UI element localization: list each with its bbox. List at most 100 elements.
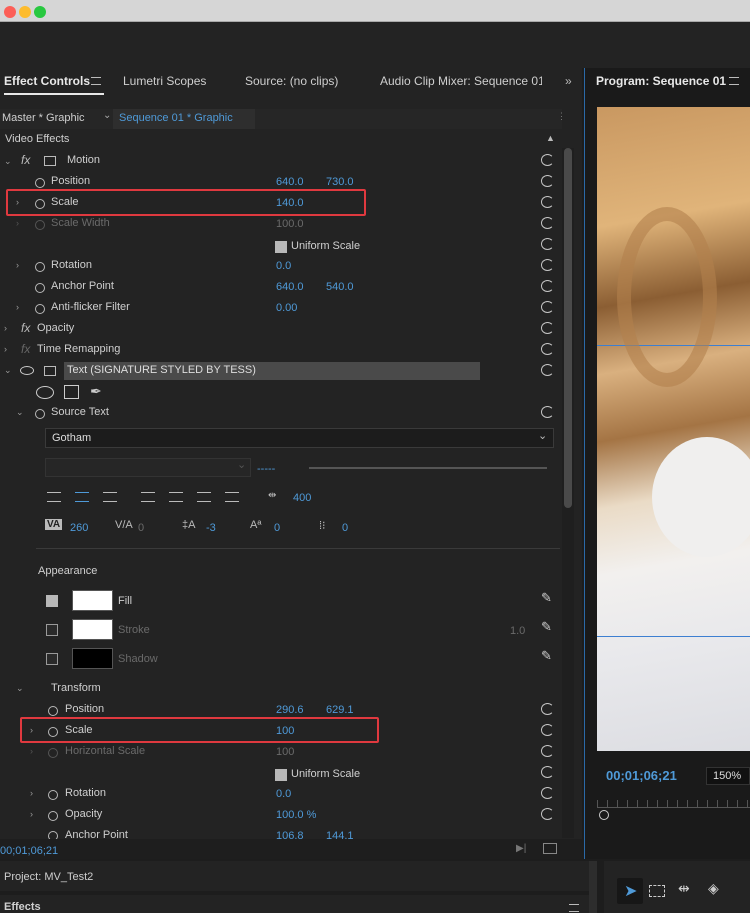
export-icon[interactable] [543, 843, 557, 854]
motion-anchor-x[interactable]: 640.0 [276, 281, 304, 293]
stopwatch-icon[interactable] [35, 262, 45, 272]
transform-anchor-y[interactable]: 144.1 [326, 830, 354, 839]
stopwatch-icon[interactable] [35, 409, 45, 419]
font-style-dropdown[interactable] [45, 458, 251, 477]
fill-checkbox[interactable] [46, 595, 58, 607]
motion-anchor-y[interactable]: 540.0 [326, 281, 354, 293]
reset-icon[interactable] [541, 322, 554, 334]
reset-icon[interactable] [541, 196, 554, 208]
uniform-scale-checkbox[interactable] [275, 241, 287, 253]
align-left-icon[interactable] [47, 492, 61, 502]
stopwatch-icon[interactable] [35, 199, 45, 209]
rectangle-mask-icon[interactable] [64, 385, 79, 399]
motion-antiflicker-value[interactable]: 0.00 [276, 302, 297, 314]
stopwatch-icon[interactable] [48, 831, 58, 839]
pin-icon[interactable]: ⋮ [557, 111, 566, 122]
reset-icon[interactable] [541, 406, 554, 418]
eyedropper-icon[interactable]: ✎ [541, 590, 552, 606]
expand-arrow[interactable]: › [30, 788, 33, 798]
expand-arrow[interactable]: › [16, 260, 19, 270]
motion-rotation-value[interactable]: 0.0 [276, 260, 291, 272]
panel-menu-icon[interactable] [569, 904, 579, 912]
collapse-up-icon[interactable]: ▲ [546, 133, 555, 143]
selection-tool-icon[interactable]: ➤ [624, 881, 637, 901]
sequence-clip-label[interactable]: Sequence 01 * Graphic [119, 112, 233, 124]
transform-anchor-x[interactable]: 106.8 [276, 830, 304, 839]
font-dropdown[interactable] [45, 428, 554, 448]
project-label[interactable]: Project: MV_Test2 [4, 871, 93, 883]
expand-arrow[interactable]: › [16, 302, 19, 312]
reset-icon[interactable] [541, 703, 554, 715]
expand-arrow[interactable]: ⌄ [16, 407, 24, 418]
stopwatch-icon[interactable] [35, 178, 45, 188]
transform-icon[interactable] [44, 366, 56, 376]
zoom-level[interactable]: 150% [713, 770, 741, 782]
shadow-checkbox[interactable] [46, 653, 58, 665]
justify-right-icon[interactable] [197, 492, 211, 502]
tab-program[interactable]: Program: Sequence 01 [596, 68, 726, 96]
baseline-shift-value[interactable]: -3 [206, 522, 216, 534]
reset-icon[interactable] [541, 343, 554, 355]
stopwatch-icon[interactable] [48, 706, 58, 716]
panel-menu-icon[interactable] [91, 77, 101, 85]
razor-tool-icon[interactable]: ◈ [708, 880, 719, 897]
program-timecode[interactable]: 00;01;06;21 [606, 768, 677, 783]
stroke-width-value[interactable]: 1.0 [510, 625, 525, 637]
transform-icon[interactable] [44, 156, 56, 166]
chevron-down-icon[interactable]: ⌄ [103, 110, 111, 121]
expand-arrow[interactable]: › [30, 809, 33, 819]
expand-arrow[interactable]: › [4, 344, 7, 354]
reset-icon[interactable] [541, 808, 554, 820]
stroke-color-swatch[interactable] [72, 619, 113, 640]
stopwatch-icon[interactable] [35, 304, 45, 314]
transform-position-y[interactable]: 629.1 [326, 704, 354, 716]
video-frame-image[interactable] [597, 107, 750, 751]
ellipse-mask-icon[interactable] [36, 386, 54, 399]
reset-icon[interactable] [541, 301, 554, 313]
font-size-slider[interactable] [309, 467, 547, 469]
effects-panel-label[interactable]: Effects [4, 901, 41, 913]
reset-icon[interactable] [541, 280, 554, 292]
reset-icon[interactable] [541, 259, 554, 271]
fx-icon[interactable]: fx [21, 321, 30, 335]
scrollbar-thumb[interactable] [564, 148, 572, 508]
eyedropper-icon[interactable]: ✎ [541, 648, 552, 664]
align-center-icon[interactable] [75, 492, 89, 502]
transform-position-x[interactable]: 290.6 [276, 704, 304, 716]
minimize-window-button[interactable] [19, 6, 31, 18]
close-window-button[interactable] [4, 6, 16, 18]
ripple-edit-tool-icon[interactable]: ⇹ [678, 880, 690, 897]
reset-icon[interactable] [541, 364, 554, 376]
reset-icon[interactable] [541, 175, 554, 187]
expand-arrow[interactable]: ⌄ [4, 365, 12, 376]
master-clip-label[interactable]: Master * Graphic [2, 112, 85, 124]
scrollbar-track[interactable] [589, 861, 597, 913]
fx-icon[interactable]: fx [21, 153, 30, 167]
motion-position-y[interactable]: 730.0 [326, 176, 354, 188]
tab-source[interactable]: Source: (no clips) [245, 68, 338, 96]
fill-color-swatch[interactable] [72, 590, 113, 611]
play-audio-icon[interactable]: ▶| [516, 843, 526, 854]
eyedropper-icon[interactable]: ✎ [541, 619, 552, 635]
tsume-value[interactable]: 0 [274, 522, 280, 534]
stopwatch-icon[interactable] [48, 811, 58, 821]
timeline-ruler[interactable] [597, 800, 750, 808]
expand-arrow[interactable]: › [30, 725, 33, 735]
justify-center-icon[interactable] [169, 492, 183, 502]
shadow-color-swatch[interactable] [72, 648, 113, 669]
transform-opacity-value[interactable]: 100.0 % [276, 809, 316, 821]
align-right-icon[interactable] [103, 492, 117, 502]
playhead-handle[interactable] [599, 810, 609, 820]
current-timecode[interactable]: 00;01;06;21 [0, 845, 58, 857]
tracking-va-value[interactable]: 0 [138, 522, 144, 534]
motion-scale-value[interactable]: 140.0 [276, 197, 304, 209]
stopwatch-icon[interactable] [48, 727, 58, 737]
tracking-value[interactable]: 400 [293, 492, 311, 504]
transform-scale-value[interactable]: 100 [276, 725, 294, 737]
tab-effect-controls[interactable]: Effect Controls [4, 68, 90, 96]
reset-icon[interactable] [541, 154, 554, 166]
uniform-scale-checkbox[interactable] [275, 769, 287, 781]
expand-arrow[interactable]: ⌄ [16, 683, 24, 694]
stopwatch-icon[interactable] [48, 790, 58, 800]
font-size-value[interactable]: ----- [257, 463, 275, 475]
